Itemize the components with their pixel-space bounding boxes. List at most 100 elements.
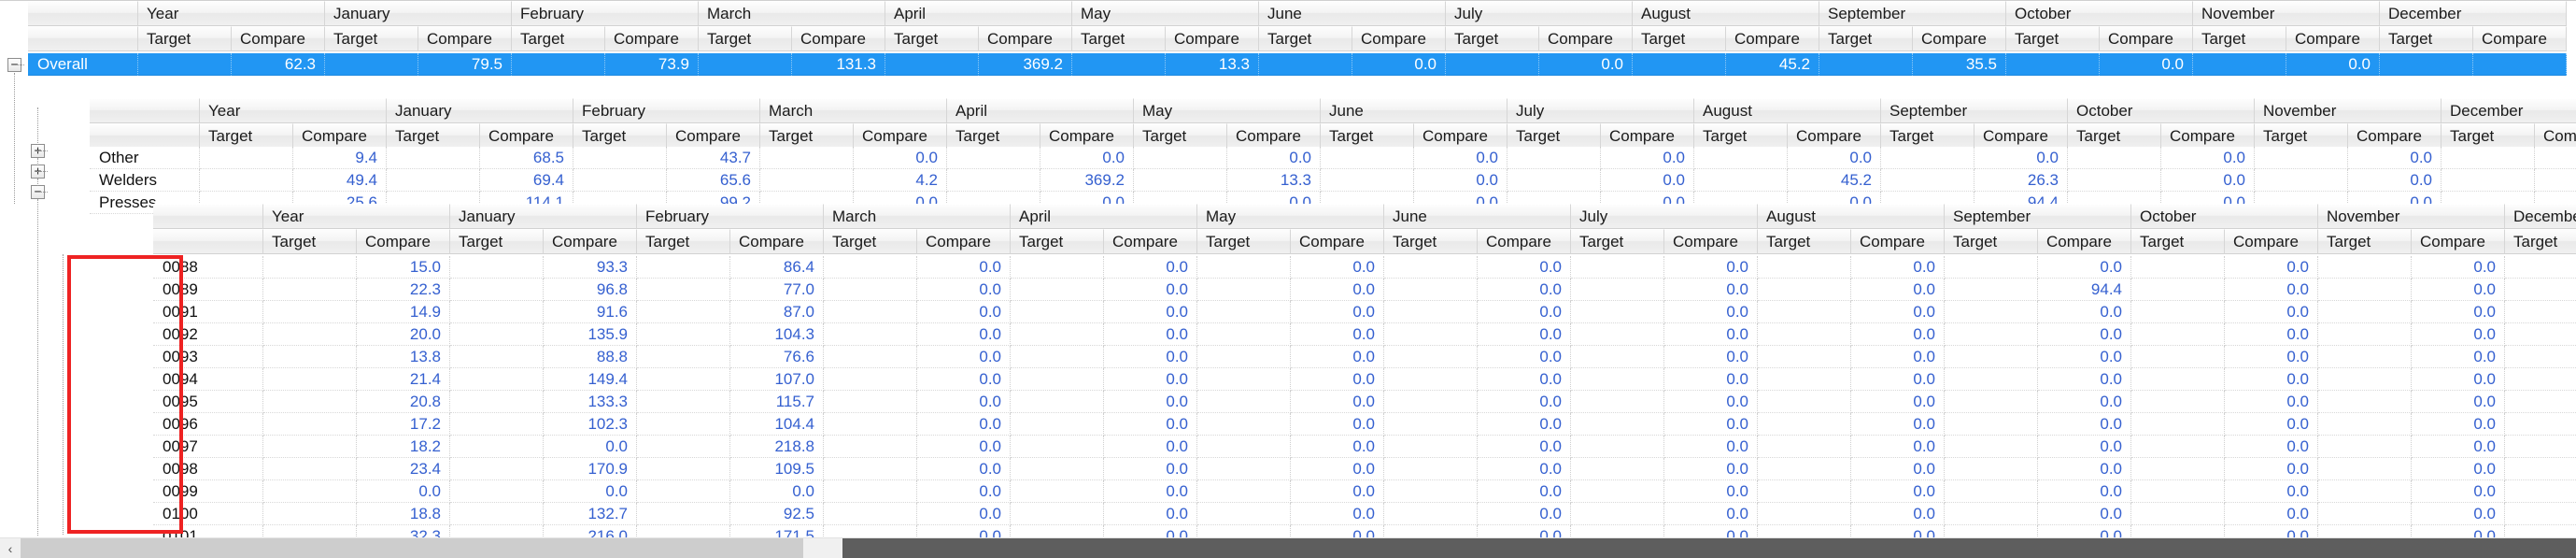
column-header-compare[interactable]: Compare bbox=[418, 26, 512, 51]
column-header-compare[interactable]: Compare bbox=[2286, 26, 2380, 51]
column-header-compare[interactable]: Compare bbox=[1291, 229, 1384, 254]
column-header-compare[interactable]: Compare bbox=[1974, 123, 2068, 149]
column-header-month[interactable]: April bbox=[947, 98, 1134, 123]
table-row[interactable]: Other9.468.543.70.00.00.00.00.00.00.00.0… bbox=[90, 147, 2576, 169]
column-header-target[interactable]: Target bbox=[1321, 123, 1414, 149]
column-header-target[interactable]: Target bbox=[824, 229, 917, 254]
column-header-target[interactable]: Target bbox=[1758, 229, 1851, 254]
column-header-compare[interactable]: Compare bbox=[792, 26, 885, 51]
column-header-target[interactable]: Target bbox=[263, 229, 357, 254]
column-header-month[interactable]: August bbox=[1758, 204, 1945, 229]
column-header-target[interactable]: Target bbox=[200, 123, 293, 149]
column-header-target[interactable]: Target bbox=[1446, 26, 1539, 51]
table-row[interactable]: 009823.4170.9109.50.00.00.00.00.00.00.00… bbox=[153, 458, 2576, 480]
table-row[interactable]: Overall62.379.573.9131.3369.213.30.00.04… bbox=[28, 53, 2567, 76]
column-header-compare[interactable]: Compare bbox=[1227, 123, 1321, 149]
column-header-compare[interactable]: Compare bbox=[2038, 229, 2131, 254]
column-header-month[interactable]: November bbox=[2255, 98, 2442, 123]
column-header-target[interactable]: Target bbox=[2068, 123, 2161, 149]
column-header-compare[interactable]: Compare bbox=[1166, 26, 1259, 51]
column-header-compare[interactable]: Compare bbox=[979, 26, 1072, 51]
table-row[interactable]: 009220.0135.9104.30.00.00.00.00.00.00.00… bbox=[153, 323, 2576, 346]
column-header-compare[interactable]: Compare bbox=[605, 26, 699, 51]
column-header-target[interactable]: Target bbox=[1072, 26, 1166, 51]
column-header-month[interactable]: Year bbox=[138, 1, 325, 26]
column-header-month[interactable]: July bbox=[1571, 204, 1758, 229]
table-row[interactable]: 009520.8133.3115.70.00.00.00.00.00.00.00… bbox=[153, 391, 2576, 413]
column-header-month[interactable]: June bbox=[1259, 1, 1446, 26]
column-header-target[interactable]: Target bbox=[2318, 229, 2412, 254]
column-header-target[interactable]: Target bbox=[325, 26, 418, 51]
scrollbar-track[interactable] bbox=[21, 538, 2576, 558]
scrollbar-thumb[interactable] bbox=[842, 538, 2576, 558]
column-header-month[interactable]: December bbox=[2442, 98, 2576, 123]
column-header-target[interactable]: Target bbox=[947, 123, 1040, 149]
column-header-target[interactable]: Target bbox=[1384, 229, 1478, 254]
column-header-month[interactable]: November bbox=[2318, 204, 2505, 229]
column-header-target[interactable]: Target bbox=[573, 123, 667, 149]
column-header-compare[interactable]: Compare bbox=[293, 123, 387, 149]
column-header-target[interactable]: Target bbox=[760, 123, 854, 149]
column-header-compare[interactable]: Compare bbox=[730, 229, 824, 254]
column-header-month[interactable]: December bbox=[2505, 204, 2576, 229]
table-row[interactable]: 00990.00.00.00.00.00.00.00.00.00.00.00.0… bbox=[153, 480, 2576, 503]
column-header-compare[interactable]: Compare bbox=[917, 229, 1011, 254]
column-header-compare[interactable]: Compare bbox=[2161, 123, 2255, 149]
column-header-target[interactable]: Target bbox=[1694, 123, 1788, 149]
table-row[interactable]: 009313.888.876.60.00.00.00.00.00.00.00.0… bbox=[153, 346, 2576, 368]
column-header-target[interactable]: Target bbox=[2006, 26, 2100, 51]
column-header-compare[interactable]: Compare bbox=[2100, 26, 2193, 51]
column-header-compare[interactable]: Compare bbox=[357, 229, 450, 254]
column-header-compare[interactable]: Compare bbox=[1478, 229, 1571, 254]
column-header-month[interactable]: June bbox=[1384, 204, 1571, 229]
column-header-target[interactable]: Target bbox=[1945, 229, 2038, 254]
column-header-month[interactable]: August bbox=[1694, 98, 1881, 123]
column-header-compare[interactable]: Compare bbox=[1788, 123, 1881, 149]
column-header-compare[interactable]: Compare bbox=[2412, 229, 2505, 254]
table-row[interactable]: 009421.4149.4107.00.00.00.00.00.00.00.00… bbox=[153, 368, 2576, 391]
column-header-month[interactable]: January bbox=[387, 98, 573, 123]
column-header-compare[interactable]: Compare bbox=[232, 26, 325, 51]
column-header-month[interactable]: July bbox=[1446, 1, 1633, 26]
column-header-target[interactable]: Target bbox=[637, 229, 730, 254]
column-header-compare[interactable]: Compare bbox=[1913, 26, 2006, 51]
column-header-month[interactable]: September bbox=[1881, 98, 2068, 123]
table-row[interactable]: 009617.2102.3104.40.00.00.00.00.00.00.00… bbox=[153, 413, 2576, 436]
column-header-month[interactable]: May bbox=[1134, 98, 1321, 123]
column-header-month[interactable]: February bbox=[573, 98, 760, 123]
column-header-compare[interactable]: Compare bbox=[1414, 123, 1507, 149]
column-header-target[interactable]: Target bbox=[2380, 26, 2473, 51]
column-header-month[interactable]: April bbox=[1011, 204, 1197, 229]
column-header-month[interactable]: Year bbox=[263, 204, 450, 229]
column-header-compare[interactable]: Compare bbox=[1851, 229, 1945, 254]
table-row[interactable]: Welders49.469.465.64.2369.213.30.00.045.… bbox=[90, 169, 2576, 192]
column-header-month[interactable]: May bbox=[1197, 204, 1384, 229]
column-header-target[interactable]: Target bbox=[1011, 229, 1104, 254]
table-row[interactable]: 009114.991.687.00.00.00.00.00.00.00.00.0… bbox=[153, 301, 2576, 323]
column-header-month[interactable]: October bbox=[2131, 204, 2318, 229]
column-header-compare[interactable]: Compare bbox=[1352, 26, 1446, 51]
column-header-compare[interactable]: Compare bbox=[2348, 123, 2442, 149]
column-header-month[interactable]: February bbox=[512, 1, 699, 26]
column-header-target[interactable]: Target bbox=[1197, 229, 1291, 254]
column-header-target[interactable]: Target bbox=[2193, 26, 2286, 51]
column-header-compare[interactable]: Compare bbox=[667, 123, 760, 149]
column-header-target[interactable]: Target bbox=[885, 26, 979, 51]
table-row[interactable]: 008815.093.386.40.00.00.00.00.00.00.00.0… bbox=[153, 256, 2576, 279]
horizontal-scrollbar[interactable]: ‹ bbox=[0, 537, 2576, 558]
column-header-target[interactable]: Target bbox=[2131, 229, 2225, 254]
column-header-month[interactable]: May bbox=[1072, 1, 1259, 26]
column-header-target[interactable]: Target bbox=[1134, 123, 1227, 149]
column-header-month[interactable]: November bbox=[2193, 1, 2380, 26]
column-header-compare[interactable]: Compare bbox=[1539, 26, 1633, 51]
column-header-target[interactable]: Target bbox=[1259, 26, 1352, 51]
column-header-compare[interactable]: Compare bbox=[1104, 229, 1197, 254]
column-header-target[interactable]: Target bbox=[1881, 123, 1974, 149]
column-header-compare[interactable]: Compare bbox=[2473, 26, 2567, 51]
column-header-compare[interactable]: Compare bbox=[1601, 123, 1694, 149]
column-header-target[interactable]: Target bbox=[1507, 123, 1601, 149]
column-header-compare[interactable]: Compare bbox=[2535, 123, 2576, 149]
column-header-target[interactable]: Target bbox=[387, 123, 480, 149]
scrollbar-thumb-light[interactable] bbox=[21, 538, 803, 558]
column-header-month[interactable]: March bbox=[760, 98, 947, 123]
